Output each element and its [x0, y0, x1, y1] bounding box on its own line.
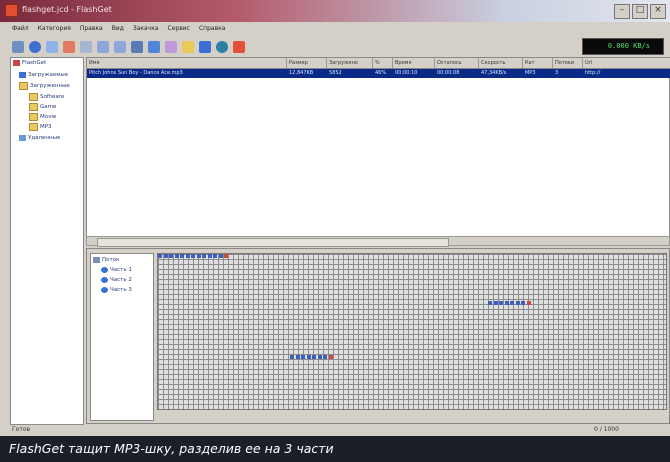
thread-3-progress [290, 355, 333, 359]
menu-item-tools[interactable]: Сервис [168, 23, 190, 35]
download-icon[interactable] [182, 41, 194, 53]
col-name[interactable]: Имя [87, 58, 287, 68]
cell-size: 12,847KB [289, 70, 314, 76]
menu-item-file[interactable]: Файл [12, 23, 29, 35]
menu-item-view[interactable]: Вид [112, 23, 124, 35]
folder-icon [29, 103, 38, 111]
col-speed[interactable]: Скорость [479, 58, 523, 68]
tree-item-mp3[interactable]: MP3 [29, 123, 52, 131]
delete-icon[interactable] [63, 41, 75, 53]
maximize-icon[interactable]: □ [632, 4, 648, 19]
download-list: Имя Размер Загружено % Время Осталось Ск… [86, 57, 670, 245]
cell-cat: MP3 [525, 70, 536, 76]
tree-item-movie[interactable]: Movie [29, 113, 56, 121]
col-time[interactable]: Время [393, 58, 435, 68]
tree-item-deleted[interactable]: Удаленные [19, 135, 60, 141]
col-percent[interactable]: % [373, 58, 393, 68]
scroll-thumb[interactable] [97, 238, 449, 247]
tree-root[interactable]: FlashGet [13, 60, 46, 66]
trash-icon [19, 135, 26, 141]
threads-icon [93, 257, 100, 263]
cell-left: 00:00:08 [437, 70, 460, 76]
folder-icon [29, 113, 38, 121]
edit-icon[interactable] [80, 41, 92, 53]
col-left[interactable]: Осталось [435, 58, 479, 68]
status-counter: 0 / 1000 [594, 426, 619, 433]
save-icon[interactable] [46, 41, 58, 53]
binoculars-icon[interactable] [131, 41, 143, 53]
tree-item-game[interactable]: Game [29, 103, 56, 111]
menu-item-help[interactable]: Справка [199, 23, 225, 35]
cell-speed: 47,34KB/s [481, 70, 507, 76]
speed-value: 0.000 KB/s [607, 42, 650, 50]
arrow-icon [19, 72, 26, 78]
category-tree: FlashGet Загружаемые Загруженные Softwar… [10, 57, 84, 425]
menu-item-download[interactable]: Закачка [133, 23, 159, 35]
table-row[interactable]: Pitch Johns Sun Boy - Dance Ace.mp3 12,8… [87, 69, 670, 78]
cell-percent: 46% [375, 70, 387, 76]
open-icon[interactable] [29, 41, 41, 53]
download-block-map [157, 253, 667, 410]
cell-threads: 3 [555, 70, 559, 76]
thread-item-3[interactable]: Часть 3 [101, 287, 132, 293]
stop-icon[interactable] [199, 41, 211, 53]
close-icon[interactable]: × [650, 4, 666, 19]
col-threads[interactable]: Потоки [553, 58, 583, 68]
thread-icon [101, 277, 108, 283]
status-text: Готов [12, 426, 31, 433]
back-icon[interactable] [97, 41, 109, 53]
thread-icon [101, 267, 108, 273]
cell-time: 00:00:10 [395, 70, 418, 76]
menu-bar: Файл Категория Правка Вид Закачка Сервис… [0, 23, 670, 35]
threads-root[interactable]: Поток [93, 257, 119, 263]
col-url[interactable]: Url [583, 58, 670, 68]
thread-2-progress [488, 301, 531, 305]
list-header: Имя Размер Загружено % Время Осталось Ск… [87, 58, 670, 69]
window-title: flashget.jcd - FlashGet [22, 5, 112, 14]
horizontal-scrollbar[interactable] [86, 236, 670, 247]
flashget-icon[interactable] [233, 41, 245, 53]
toolbar [0, 37, 670, 57]
menu-item-edit[interactable]: Правка [80, 23, 103, 35]
cell-done: 5852 [329, 70, 342, 76]
folder-icon [19, 82, 28, 90]
folder-icon [29, 93, 38, 101]
new-icon[interactable] [12, 41, 24, 53]
thread-1-progress [158, 254, 228, 258]
settings-icon[interactable] [216, 41, 228, 53]
col-done[interactable]: Загружено [327, 58, 373, 68]
folder-icon [29, 123, 38, 131]
thread-item-2[interactable]: Часть 2 [101, 277, 132, 283]
refresh-icon[interactable] [148, 41, 160, 53]
forward-icon[interactable] [114, 41, 126, 53]
minimize-icon[interactable]: – [614, 4, 630, 19]
window-controls: – □ × [614, 4, 666, 19]
flashget-small-icon [13, 60, 20, 66]
tree-item-downloaded[interactable]: Загруженные [19, 82, 70, 90]
thread-icon [101, 287, 108, 293]
tree-item-software[interactable]: Software [29, 93, 64, 101]
status-bar: Готов 0 / 1000 [0, 425, 670, 435]
menu-item-category[interactable]: Категория [38, 23, 71, 35]
tree-item-downloading[interactable]: Загружаемые [19, 72, 68, 78]
threads-tree: Поток Часть 1 Часть 2 Часть 3 [90, 253, 154, 421]
app-icon [5, 4, 18, 17]
col-size[interactable]: Размер [287, 58, 327, 68]
thread-item-1[interactable]: Часть 1 [101, 267, 132, 273]
connect-icon[interactable] [165, 41, 177, 53]
cell-url: http:// [585, 70, 601, 76]
col-cat[interactable]: Кат [523, 58, 553, 68]
cell-name: Pitch Johns Sun Boy - Dance Ace.mp3 [89, 70, 183, 76]
caption: FlashGet тащит MP3-шку, разделив ее на 3… [0, 436, 670, 462]
